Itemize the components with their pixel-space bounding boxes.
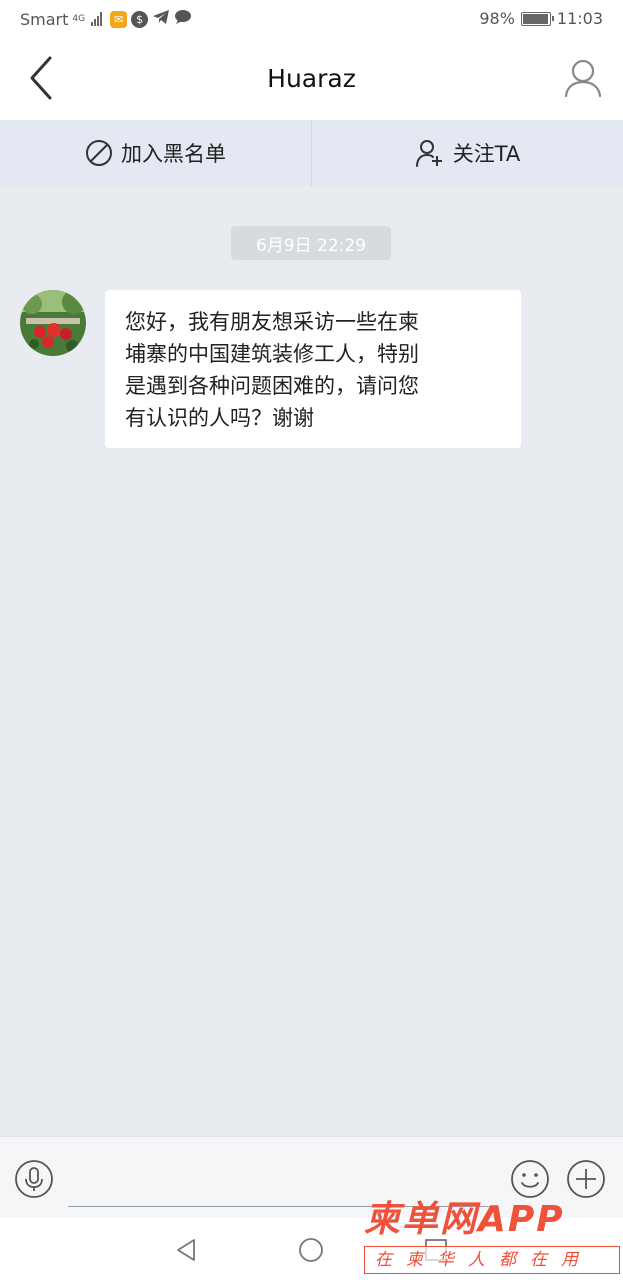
more-button[interactable] — [566, 1159, 606, 1199]
emoji-button[interactable] — [510, 1159, 550, 1199]
page-title: Huaraz — [267, 64, 356, 93]
battery-icon — [520, 11, 554, 26]
plus-icon — [567, 1160, 605, 1198]
message-line: 是遇到各种问题困难的，请问您 — [125, 374, 419, 398]
follow-label: 关注TA — [452, 142, 521, 166]
user-icon — [564, 59, 602, 98]
message-bubble[interactable]: 您好，我有朋友想采访一些在柬 埔寨的中国建筑装修工人，特别 是遇到各种问题困难的… — [105, 290, 521, 448]
block-icon — [86, 140, 112, 166]
network-label: 4G — [72, 13, 86, 24]
action-bar: 加入黑名单 关注TA — [0, 120, 623, 186]
telegram-icon — [152, 9, 170, 29]
watermark-logo: 柬单网APP 在柬华人都在用 — [364, 1200, 620, 1278]
circle-home-icon — [299, 1238, 323, 1262]
blacklist-label: 加入黑名单 — [121, 142, 226, 166]
chat-icon — [174, 9, 192, 29]
dollar-icon: $ — [131, 10, 149, 28]
add-user-icon — [415, 140, 442, 167]
triangle-back-icon — [177, 1239, 195, 1261]
profile-button[interactable] — [561, 56, 605, 100]
battery-percent: 98% — [479, 9, 515, 28]
voice-button[interactable] — [14, 1159, 54, 1199]
message-timestamp: 6月9日 22:29 — [231, 226, 391, 260]
nav-back-button[interactable] — [172, 1236, 200, 1264]
message-line: 有认识的人吗？谢谢 — [125, 406, 314, 430]
avatar[interactable] — [20, 290, 86, 356]
smiley-icon — [511, 1160, 549, 1198]
carrier-label: Smart — [20, 9, 69, 29]
microphone-icon — [15, 1160, 53, 1198]
message-line: 埔寨的中国建筑装修工人，特别 — [125, 342, 419, 366]
avatar-image — [20, 290, 86, 356]
clock: 11:03 — [556, 9, 603, 28]
nav-home-button[interactable] — [297, 1236, 325, 1264]
message-line: 您好，我有朋友想采访一些在柬 — [125, 310, 419, 334]
chat-header: Huaraz — [0, 38, 623, 120]
signal-icon — [91, 12, 103, 26]
status-bar: Smart 4G ✉ $ 98% 11:03 — [0, 0, 623, 38]
mail-icon: ✉ — [110, 10, 128, 28]
follow-button[interactable]: 关注TA — [312, 120, 623, 186]
watermark-slogan: 在柬华人都在用 — [364, 1246, 620, 1274]
blacklist-button[interactable]: 加入黑名单 — [0, 120, 311, 186]
watermark-brand: 柬单网APP — [364, 1199, 565, 1240]
